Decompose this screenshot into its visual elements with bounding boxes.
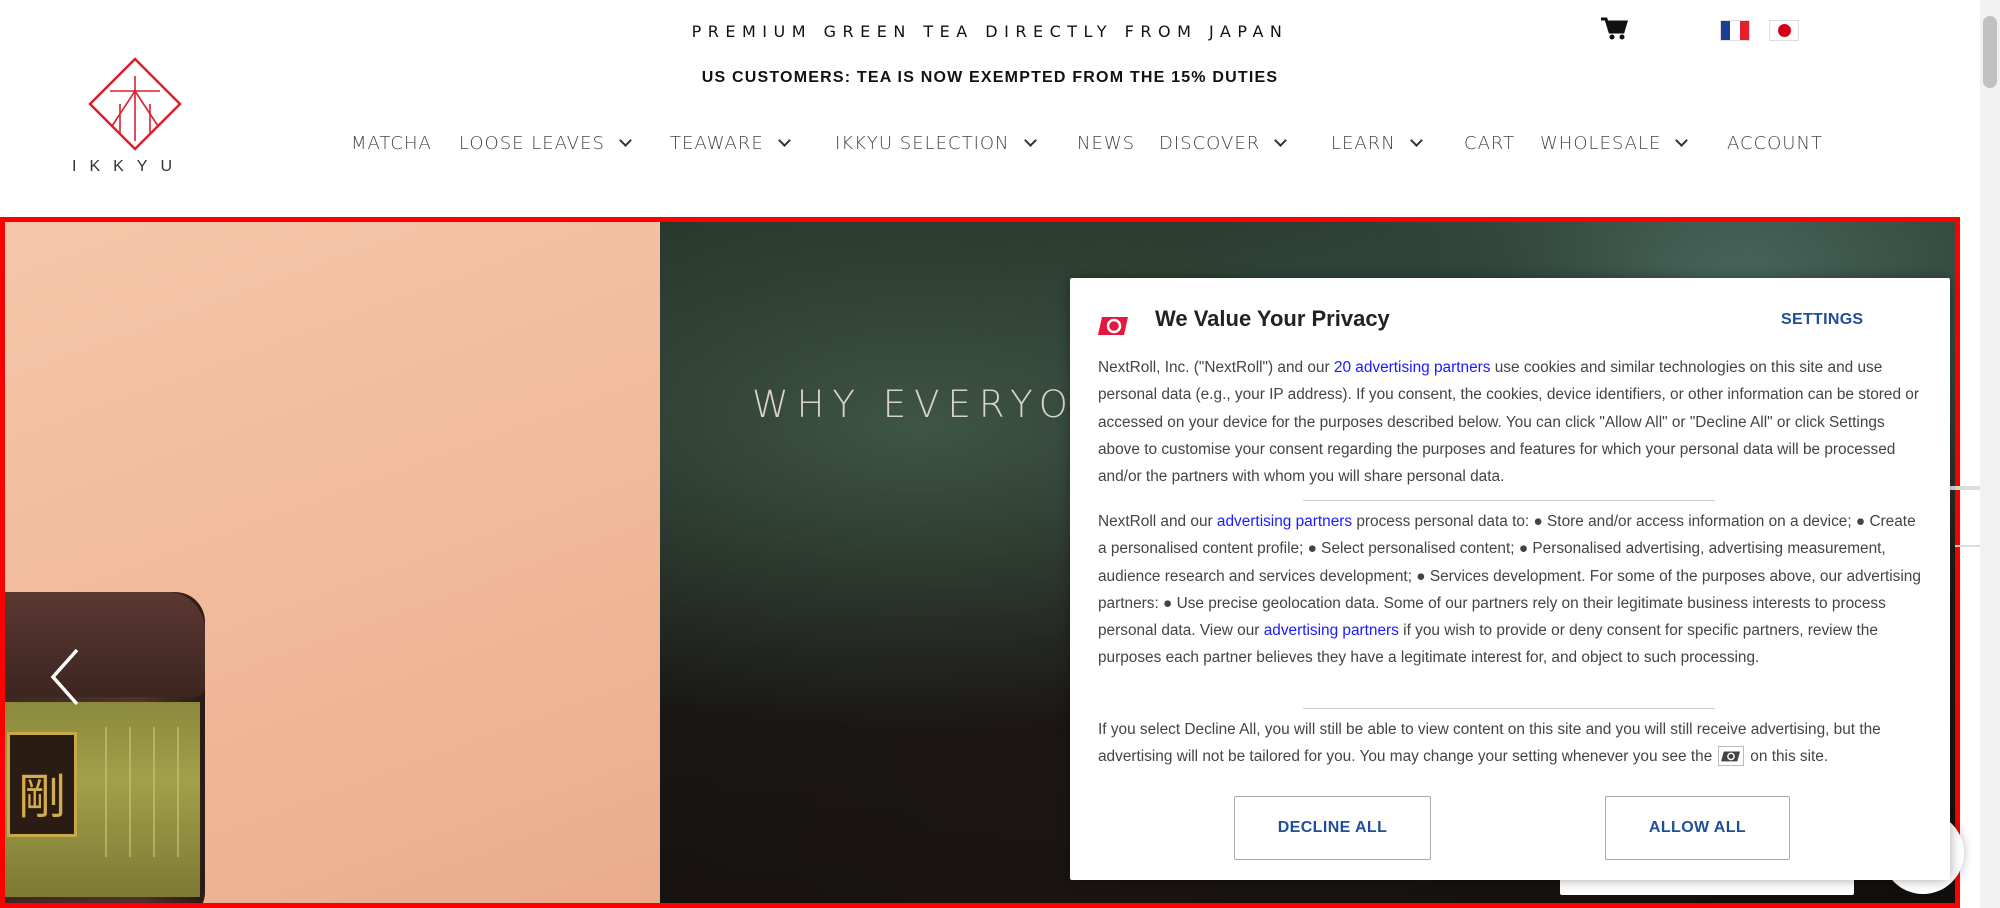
nav-news[interactable]: NEWS bbox=[1077, 133, 1135, 154]
tea-tin-text bbox=[97, 727, 197, 857]
nav-ikkyu-selection[interactable]: IKKYU SELECTION bbox=[835, 133, 1037, 154]
consent-paragraph-3: If you select Decline All, you will stil… bbox=[1098, 721, 1881, 767]
scrollbar-thumb[interactable] bbox=[1983, 16, 1997, 88]
consent-paragraph-2: NextRoll and our advertising partners pr… bbox=[1098, 513, 1921, 667]
flag-france-icon[interactable] bbox=[1720, 20, 1750, 41]
privacy-consent-dialog: We Value Your Privacy SETTINGS NextRoll,… bbox=[1070, 278, 1950, 880]
chevron-down-icon bbox=[619, 134, 632, 147]
cart-icon[interactable] bbox=[1600, 16, 1628, 42]
flag-japan-icon[interactable] bbox=[1769, 20, 1799, 41]
hero-side-mark bbox=[1955, 545, 1980, 547]
advertising-partners-link[interactable]: 20 advertising partners bbox=[1334, 359, 1491, 376]
nav-wholesale[interactable]: WHOLESALE bbox=[1540, 133, 1689, 154]
advertising-partners-link[interactable]: advertising partners bbox=[1264, 622, 1399, 639]
hero-side-mark bbox=[1950, 486, 1980, 490]
settings-button[interactable]: SETTINGS bbox=[1781, 311, 1863, 329]
tea-tin-seal bbox=[7, 732, 77, 837]
nextroll-logo-icon bbox=[1718, 746, 1745, 767]
chevron-down-icon bbox=[1023, 134, 1037, 147]
consent-paragraph-1: NextRoll, Inc. ("NextRoll") and our 20 a… bbox=[1098, 359, 1919, 486]
divider bbox=[1303, 500, 1715, 501]
nav-loose-leaves[interactable]: LOOSE LEAVES bbox=[459, 133, 632, 154]
advertising-partners-link[interactable]: advertising partners bbox=[1217, 513, 1352, 530]
page-scrollbar[interactable] bbox=[1980, 0, 2000, 908]
duty-notice: US CUSTOMERS: TEA IS NOW EXEMPTED FROM T… bbox=[701, 69, 1279, 86]
chevron-down-icon bbox=[1409, 134, 1423, 147]
hero-title: WHY EVERYO bbox=[752, 383, 1076, 426]
consent-title: We Value Your Privacy bbox=[1155, 306, 1390, 331]
chevron-left-icon[interactable] bbox=[49, 642, 109, 712]
divider bbox=[1303, 708, 1715, 709]
nextroll-logo-icon bbox=[1098, 317, 1128, 335]
nav-teaware[interactable]: TEAWARE bbox=[670, 133, 791, 154]
allow-all-button[interactable]: ALLOW ALL bbox=[1605, 796, 1790, 860]
decline-all-button[interactable]: DECLINE ALL bbox=[1234, 796, 1431, 860]
nav-learn[interactable]: LEARN bbox=[1331, 133, 1423, 154]
chevron-down-icon bbox=[1274, 134, 1288, 147]
chevron-down-icon bbox=[1675, 134, 1689, 147]
logo-text: IKKYU bbox=[72, 158, 186, 175]
chevron-down-icon bbox=[777, 134, 791, 147]
nav-discover[interactable]: DISCOVER bbox=[1159, 133, 1288, 154]
tagline: PREMIUM GREEN TEA DIRECTLY FROM JAPAN bbox=[691, 22, 1289, 41]
nav-account[interactable]: ACCOUNT bbox=[1727, 133, 1823, 154]
nav-cart[interactable]: CART bbox=[1464, 133, 1515, 154]
nav-matcha[interactable]: MATCHA bbox=[351, 133, 432, 154]
